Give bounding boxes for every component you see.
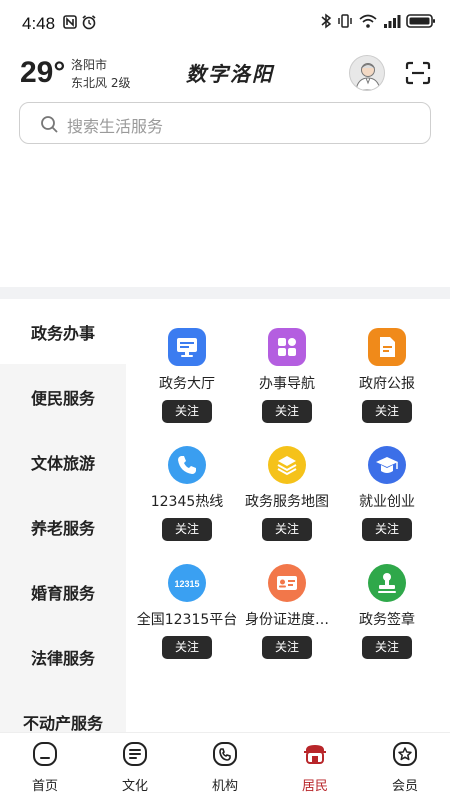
category-list: 政务办事 便民服务 文体旅游 养老服务 婚育服务 法律服务 不动产服务 — [0, 299, 126, 732]
category-label: 便民服务 — [30, 388, 95, 408]
nav-label: 会员 — [391, 779, 418, 794]
follow-button[interactable]: 关注 — [262, 636, 312, 659]
nav-institution[interactable]: 机构 — [180, 733, 270, 800]
nav-label: 文化 — [121, 779, 148, 794]
badge-12315-icon: 12315 — [168, 564, 206, 602]
category-label: 法律服务 — [30, 648, 95, 668]
service-panel: 政务办事 便民服务 文体旅游 养老服务 婚育服务 法律服务 不动产服务 政务大厅… — [0, 299, 450, 732]
culture-icon — [123, 742, 147, 766]
category-item-culture-tourism[interactable]: 文体旅游 — [0, 429, 126, 494]
service-item[interactable]: 政府公报 关注 — [332, 328, 442, 428]
follow-button[interactable]: 关注 — [362, 400, 412, 423]
weather-temperature: 29° — [20, 56, 66, 89]
service-label: 就业创业 — [359, 494, 415, 510]
nav-culture[interactable]: 文化 — [90, 733, 180, 800]
service-item[interactable]: 就业创业 关注 — [332, 446, 442, 546]
signal-icon — [384, 15, 401, 28]
layers-icon — [268, 446, 306, 484]
avatar[interactable] — [349, 55, 385, 91]
category-label: 文体旅游 — [30, 453, 95, 473]
follow-button[interactable]: 关注 — [262, 400, 312, 423]
battery-icon — [406, 14, 435, 28]
follow-button[interactable]: 关注 — [262, 518, 312, 541]
follow-button[interactable]: 关注 — [162, 636, 212, 659]
search-icon — [41, 116, 58, 133]
nav-label: 首页 — [31, 779, 58, 794]
follow-button[interactable]: 关注 — [362, 636, 412, 659]
service-item[interactable]: 政务签章 关注 — [332, 564, 442, 664]
nav-label: 机构 — [211, 779, 238, 794]
institution-icon — [213, 742, 237, 766]
vibrate-icon — [338, 14, 352, 28]
search-placeholder: 搜索生活服务 — [67, 117, 164, 136]
document-icon — [368, 328, 406, 366]
status-bar: 4:48 — [0, 0, 450, 48]
banner-area — [0, 152, 450, 287]
id-card-icon — [268, 564, 306, 602]
resident-icon — [304, 745, 326, 764]
category-item-elderly-care[interactable]: 养老服务 — [0, 494, 126, 559]
alarm-icon — [82, 15, 96, 30]
category-item-legal[interactable]: 法律服务 — [0, 624, 126, 689]
nfc-icon — [63, 15, 77, 29]
status-time: 4:48 — [22, 14, 56, 33]
app-header: 29° 洛阳市 东北风 2级 数字洛阳 — [0, 48, 450, 100]
category-item-convenience[interactable]: 便民服务 — [0, 364, 126, 429]
follow-button[interactable]: 关注 — [162, 400, 212, 423]
category-label: 不动产服务 — [22, 713, 103, 733]
category-label: 婚育服务 — [30, 583, 95, 603]
graduation-cap-icon — [368, 446, 406, 484]
user-avatar-icon — [355, 63, 381, 90]
nav-home[interactable]: 首页 — [0, 733, 90, 800]
scan-icon[interactable] — [405, 61, 431, 85]
nav-resident[interactable]: 居民 — [270, 733, 360, 800]
wifi-icon — [359, 14, 377, 28]
apps-grid-icon — [268, 328, 306, 366]
phone-icon — [168, 446, 206, 484]
category-label: 政务办事 — [30, 323, 95, 343]
service-label: 政府公报 — [359, 376, 415, 392]
category-label: 养老服务 — [30, 518, 95, 538]
search-input[interactable]: 搜索生活服务 — [19, 102, 431, 144]
category-item-real-estate[interactable]: 不动产服务 — [0, 689, 126, 733]
service-label: 政务签章 — [359, 612, 415, 628]
bottom-nav: 首页 文化 机构 居民 会员 — [0, 732, 450, 800]
weather-city: 洛阳市 — [71, 58, 108, 72]
member-icon — [393, 742, 417, 766]
category-item-marriage-childbirth[interactable]: 婚育服务 — [0, 559, 126, 624]
category-item-government[interactable]: 政务办事 — [0, 299, 126, 364]
app-title: 数字洛阳 — [186, 62, 274, 86]
home-icon — [33, 742, 57, 766]
bluetooth-icon — [321, 13, 332, 29]
monitor-icon — [168, 328, 206, 366]
section-divider — [0, 287, 450, 299]
weather-wind: 东北风 2级 — [71, 76, 131, 90]
badge-text: 12315 — [174, 579, 199, 589]
nav-label: 居民 — [301, 779, 328, 794]
follow-button[interactable]: 关注 — [362, 518, 412, 541]
follow-button[interactable]: 关注 — [162, 518, 212, 541]
nav-member[interactable]: 会员 — [360, 733, 450, 800]
stamp-icon — [368, 564, 406, 602]
